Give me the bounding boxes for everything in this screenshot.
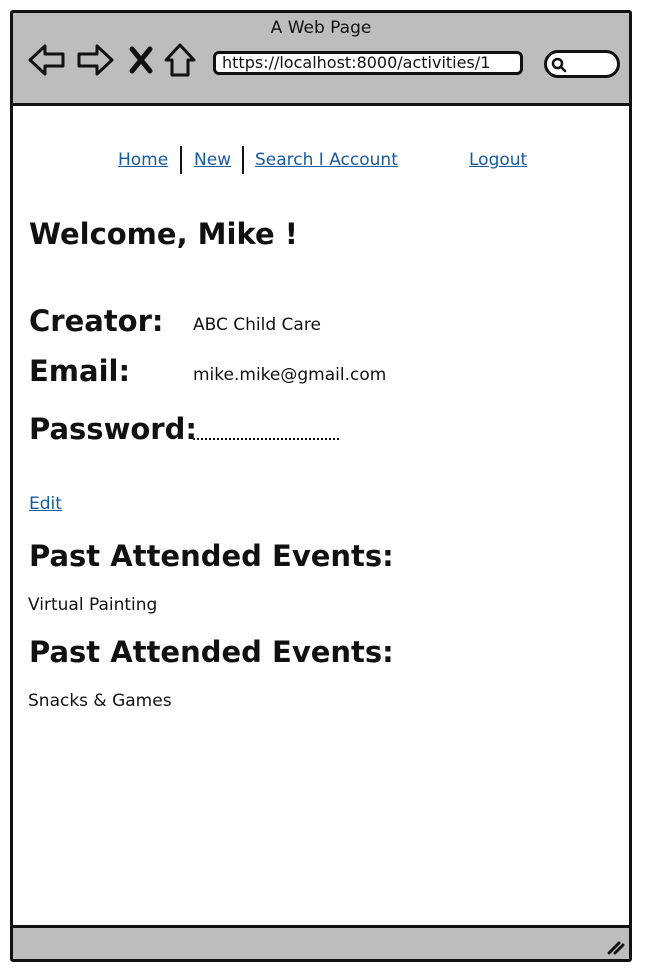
event-item: Virtual Painting [28,595,158,615]
creator-value: ABC Child Care [193,315,321,335]
top-navigation: Home New Search I Account Logout [13,146,629,176]
browser-window: A Web Page https://localhost:8000/activi… [10,10,632,962]
browser-toolbar: A Web Page https://localhost:8000/activi… [13,13,629,106]
email-label: Email: [29,354,131,388]
creator-label: Creator: [29,304,164,338]
edit-link[interactable]: Edit [29,494,62,514]
past-events-heading: Past Attended Events: [29,539,394,573]
nav-new-link[interactable]: New [194,150,231,170]
resize-grip-icon[interactable] [605,935,625,955]
home-icon[interactable] [160,40,200,80]
nav-logout-link[interactable]: Logout [469,150,527,170]
nav-search-account-link[interactable]: Search I Account [255,150,398,170]
page-content: Home New Search I Account Logout Welcome… [13,106,629,928]
nav-divider [242,146,244,174]
forward-arrow-icon[interactable] [75,40,115,80]
password-label: Password: [29,412,197,446]
url-input[interactable]: https://localhost:8000/activities/1 [213,51,523,75]
password-masked-value [193,438,339,440]
browser-search-box[interactable] [544,50,620,78]
window-title: A Web Page [270,18,372,38]
welcome-heading: Welcome, Mike ! [29,217,298,251]
nav-home-link[interactable]: Home [118,150,168,170]
past-events-heading: Past Attended Events: [29,635,394,669]
email-value: mike.mike@gmail.com [193,365,387,385]
close-icon[interactable] [121,40,161,80]
event-item: Snacks & Games [28,691,172,711]
search-icon [551,57,567,73]
status-bar [13,925,629,959]
nav-divider [180,146,182,174]
back-arrow-icon[interactable] [27,40,67,80]
